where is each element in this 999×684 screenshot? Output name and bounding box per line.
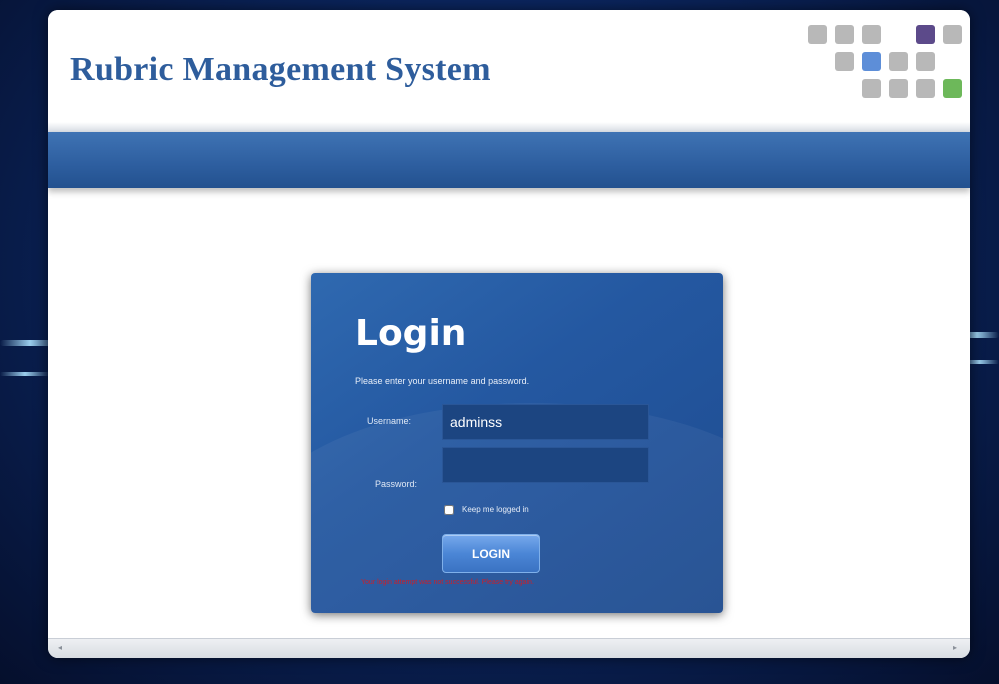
site-title: Rubric Management System bbox=[70, 51, 491, 88]
keep-logged-in-checkbox[interactable] bbox=[444, 505, 454, 515]
horizontal-scrollbar[interactable]: ◂ ▸ bbox=[48, 638, 970, 658]
logo-square bbox=[862, 25, 881, 44]
logo-square bbox=[943, 25, 962, 44]
password-label: Password: bbox=[375, 479, 418, 489]
login-button[interactable]: LOGIN bbox=[442, 534, 540, 573]
logo-square bbox=[889, 52, 908, 71]
scroll-left-icon[interactable]: ◂ bbox=[58, 643, 62, 652]
logo-square bbox=[916, 79, 935, 98]
login-instructions: Please enter your username and password. bbox=[355, 376, 530, 386]
desktop-light-streak bbox=[0, 372, 50, 376]
error-message: Your login attempt was not successful. P… bbox=[361, 579, 534, 586]
logo-square bbox=[916, 52, 935, 71]
logo-square bbox=[835, 25, 854, 44]
navigation-bar bbox=[48, 132, 970, 188]
login-title: Login bbox=[355, 313, 467, 354]
site-header: Rubric Management System bbox=[48, 10, 970, 130]
scroll-right-icon[interactable]: ▸ bbox=[953, 643, 957, 652]
logo-square bbox=[916, 25, 935, 44]
keep-logged-in-label: Keep me logged in bbox=[462, 505, 529, 514]
logo-square bbox=[862, 79, 881, 98]
username-label: Username: bbox=[367, 416, 412, 426]
browser-window: Rubric Management System Login Please en… bbox=[48, 10, 970, 658]
logo-square bbox=[808, 25, 827, 44]
username-input[interactable] bbox=[442, 404, 649, 440]
logo-square bbox=[835, 52, 854, 71]
logo-square bbox=[862, 52, 881, 71]
login-panel: Login Please enter your username and pas… bbox=[311, 273, 723, 613]
logo-square bbox=[889, 79, 908, 98]
squares-logo-icon bbox=[808, 25, 968, 105]
password-input[interactable] bbox=[442, 447, 649, 483]
logo-square bbox=[943, 79, 962, 98]
